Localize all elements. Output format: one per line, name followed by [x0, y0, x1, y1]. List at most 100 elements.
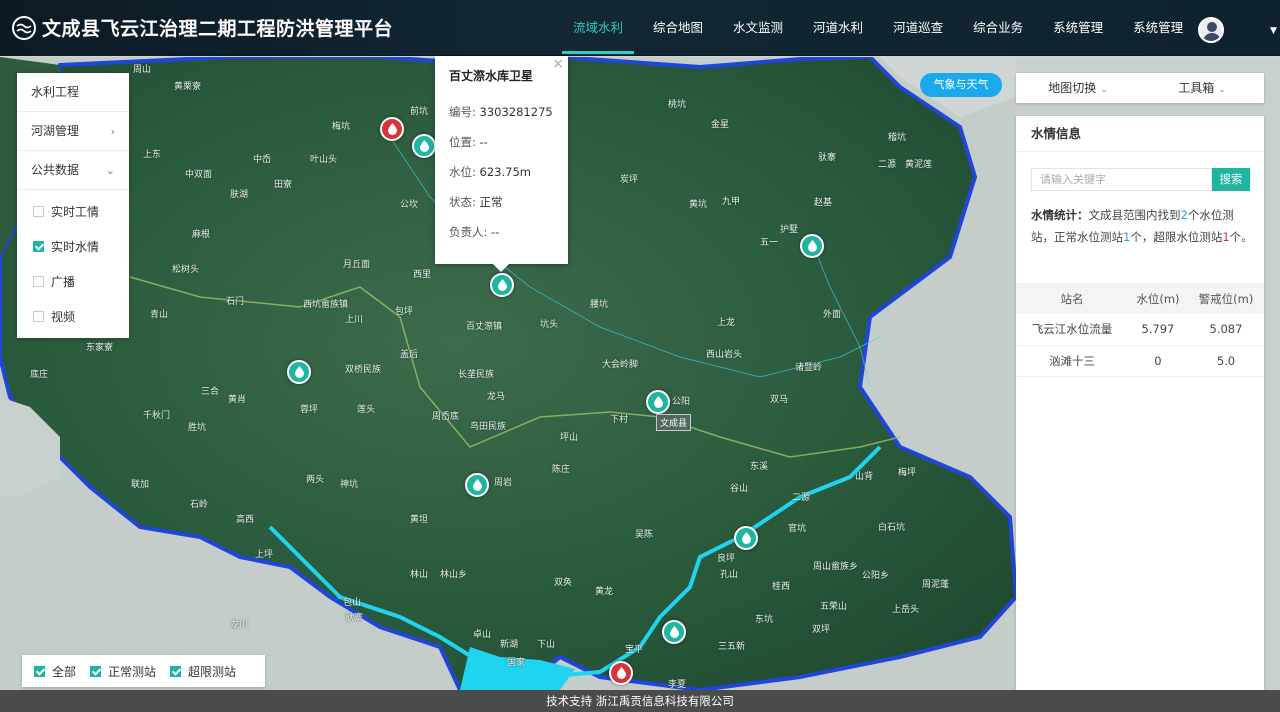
- layer-video[interactable]: 视频: [17, 299, 129, 334]
- legend-all[interactable]: 全部: [34, 655, 76, 687]
- place-label: 西山岩头: [706, 350, 743, 360]
- station-over-marker[interactable]: [609, 661, 633, 685]
- place-label: 金星: [711, 120, 730, 130]
- tool-label: 工具箱: [1178, 81, 1215, 95]
- popup-label: 位置:: [449, 135, 476, 149]
- place-label: 西里: [413, 270, 432, 280]
- place-label: 千秋门: [143, 411, 171, 421]
- checkbox-checked[interactable]: [170, 665, 182, 677]
- water-drop-icon: [653, 396, 663, 408]
- checkbox-checked[interactable]: [90, 665, 102, 677]
- water-info-panel: 水情信息 搜索 水情统计：文成县范围内找到2个水位测站，正常水位测站1个，超限水…: [1016, 116, 1264, 690]
- search-input[interactable]: [1031, 168, 1212, 191]
- water-drop-icon: [741, 532, 751, 544]
- toolbox-dropdown[interactable]: 工具箱 ⌄: [1140, 73, 1264, 103]
- place-label: 龙马: [487, 392, 506, 402]
- checkbox-checked[interactable]: [34, 665, 45, 677]
- place-label: 驮寨: [345, 613, 364, 623]
- station-normal-marker[interactable]: [490, 273, 514, 297]
- station-normal-marker[interactable]: [412, 134, 436, 158]
- nav-hydrology-monitoring[interactable]: 水文监测: [718, 0, 798, 56]
- nav-basin-water[interactable]: 流域水利: [558, 0, 638, 56]
- layer-realtime-water[interactable]: 实时水情: [17, 229, 129, 264]
- layer-label: 实时水情: [51, 240, 100, 254]
- close-icon[interactable]: ×: [552, 56, 564, 72]
- station-normal-marker[interactable]: [287, 360, 311, 384]
- menu-public-data[interactable]: 公共数据 ⌄: [17, 151, 129, 190]
- checkbox[interactable]: [33, 276, 44, 287]
- place-label: 上龙: [717, 318, 736, 328]
- popup-label: 负责人:: [449, 225, 488, 239]
- table-row[interactable]: 飞云江水位流量 5.797 5.087: [1016, 314, 1264, 346]
- cell-station-name: 汹滩十三: [1016, 345, 1128, 377]
- layer-realtime-engineering[interactable]: 实时工情: [17, 194, 129, 229]
- place-label: 底庄: [30, 370, 49, 380]
- nav-river-water[interactable]: 河道水利: [798, 0, 878, 56]
- station-normal-marker[interactable]: [662, 620, 686, 644]
- place-label: 黄泥莲: [905, 160, 933, 170]
- station-info-popup: × 百丈漈水库卫星 编号: 3303281275 位置: -- 水位: 623.…: [435, 56, 568, 272]
- place-label: 宝平: [625, 645, 644, 655]
- table-row[interactable]: 汹滩十三 0 5.0: [1016, 345, 1264, 377]
- legend-normal-stations[interactable]: 正常测站: [90, 655, 156, 687]
- place-label: 上川: [345, 315, 364, 325]
- nav-river-patrol[interactable]: 河道巡查: [878, 0, 958, 56]
- legend-label: 全部: [52, 664, 77, 679]
- station-normal-marker[interactable]: [465, 473, 489, 497]
- place-label: 东家寮: [86, 343, 114, 353]
- public-data-layers: 实时工情 实时水情 广播 视频: [17, 190, 129, 338]
- tool-label: 地图切换: [1048, 81, 1097, 95]
- nav-integrated-map[interactable]: 综合地图: [638, 0, 718, 56]
- place-label: 中岙: [253, 155, 272, 165]
- nav-system-management-2[interactable]: 系统管理: [1118, 0, 1198, 56]
- station-normal-marker[interactable]: [800, 234, 824, 258]
- checkbox-checked[interactable]: [33, 241, 44, 252]
- place-label: 白石坑: [878, 523, 906, 533]
- col-warning-level: 警戒位(m): [1187, 283, 1264, 314]
- place-label: 五荣山: [820, 602, 848, 612]
- stats-text: 个。: [1229, 230, 1253, 244]
- place-label: 松树头: [172, 265, 200, 275]
- station-normal-marker[interactable]: [646, 390, 670, 414]
- place-label: 外面: [823, 310, 842, 320]
- place-label: 卓山: [473, 630, 492, 640]
- search-button[interactable]: 搜索: [1212, 168, 1250, 191]
- weather-button[interactable]: 气象与天气: [920, 73, 1002, 97]
- popup-value: --: [479, 135, 488, 149]
- stats-text: 文成县范围内找到: [1088, 208, 1181, 222]
- place-label: 官坑: [788, 524, 807, 534]
- place-label: 三五新: [718, 642, 746, 652]
- user-menu-caret-icon[interactable]: ▼: [1270, 26, 1277, 36]
- place-label: 新湖: [500, 640, 519, 650]
- place-label: 石门: [226, 297, 245, 307]
- checkbox[interactable]: [33, 206, 44, 217]
- place-label: 诸暨岭: [795, 363, 823, 373]
- place-label: 炭坪: [620, 175, 639, 185]
- station-normal-marker[interactable]: [734, 526, 758, 550]
- place-label: 石岭: [190, 500, 209, 510]
- popup-row-water-level: 水位: 623.75m: [449, 157, 554, 187]
- place-label: 叶山头: [310, 155, 338, 165]
- place-label: 百丈漈镇: [466, 322, 503, 332]
- place-label: 梅坑: [332, 122, 351, 132]
- place-label: 林山乡: [440, 570, 468, 580]
- checkbox[interactable]: [33, 311, 44, 322]
- station-over-marker[interactable]: [380, 117, 404, 141]
- map-switch-dropdown[interactable]: 地图切换 ⌄: [1016, 73, 1140, 103]
- menu-water-projects[interactable]: 水利工程: [17, 73, 129, 112]
- legend-over-stations[interactable]: 超限测站: [170, 655, 236, 687]
- nav-integrated-business[interactable]: 综合业务: [958, 0, 1038, 56]
- place-label: 三合: [201, 387, 220, 397]
- water-drop-icon: [616, 667, 626, 679]
- place-label: 莲头: [357, 405, 376, 415]
- popup-row-code: 编号: 3303281275: [449, 97, 554, 127]
- place-label: 梅坪: [898, 468, 917, 478]
- user-avatar[interactable]: [1198, 17, 1224, 43]
- layer-broadcast[interactable]: 广播: [17, 264, 129, 299]
- nav-system-management[interactable]: 系统管理: [1038, 0, 1118, 56]
- place-label: 包山: [343, 598, 362, 608]
- menu-river-lake-management[interactable]: 河湖管理 ›: [17, 112, 129, 151]
- place-label: 国家: [507, 658, 526, 668]
- platform-logo-icon: [12, 16, 36, 40]
- place-label: 陈庄: [552, 465, 571, 475]
